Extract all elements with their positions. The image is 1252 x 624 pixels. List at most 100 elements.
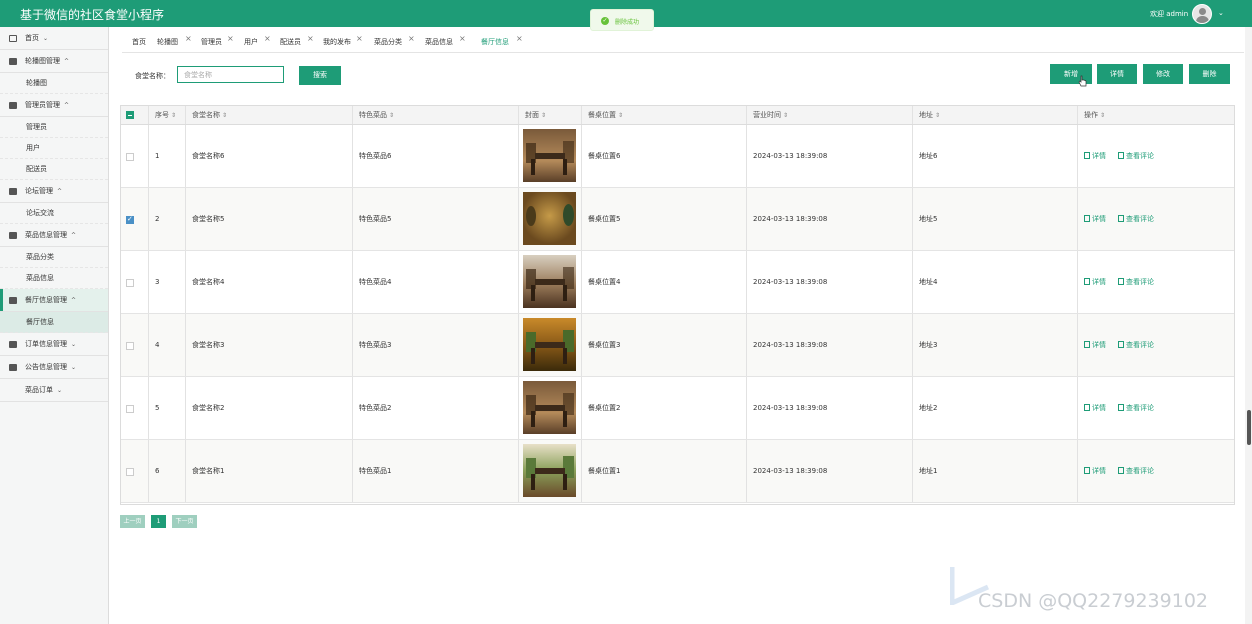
row-checkbox[interactable] [126, 342, 134, 350]
column-header[interactable]: 封面 ⇕ [519, 106, 582, 124]
tab-carousel[interactable]: 轮播图 × [157, 34, 192, 47]
cell-time: 2024-03-13 18:39:08 [747, 125, 913, 187]
row-checkbox[interactable] [126, 153, 134, 161]
cell-seat: 餐桌位置2 [582, 377, 747, 439]
close-icon[interactable]: × [516, 34, 523, 43]
cell-no: 6 [149, 440, 186, 502]
row-comments-link[interactable]: 查看评论 [1118, 377, 1154, 440]
row-checkbox[interactable] [126, 405, 134, 413]
detail-button[interactable]: 详情 [1097, 64, 1137, 84]
row-detail-link[interactable]: 详情 [1084, 314, 1106, 377]
tab-my-posts[interactable]: 我的发布 × [323, 34, 363, 47]
sidebar-item-notice-mgmt[interactable]: 公告信息管理 ⌄ [0, 356, 108, 379]
cell-seat: 餐桌位置3 [582, 314, 747, 376]
close-icon[interactable]: × [356, 34, 363, 43]
cell-no: 2 [149, 188, 186, 250]
sidebar-item-forum[interactable]: 论坛交流 [0, 203, 108, 224]
row-comments-link[interactable]: 查看评论 [1118, 188, 1154, 251]
prev-page-button[interactable]: 上一页 [120, 515, 145, 528]
cell-dish: 特色菜品2 [353, 377, 519, 439]
sidebar-item-dish-orders[interactable]: 菜品订单 ⌄ [0, 379, 108, 402]
table-row[interactable]: 5 食堂名称2 特色菜品2 餐桌位置2 2024-03-13 18:39:08 … [121, 377, 1234, 440]
row-comments-link[interactable]: 查看评论 [1118, 125, 1154, 188]
table-row[interactable]: 4 食堂名称3 特色菜品3 餐桌位置3 2024-03-13 18:39:08 … [121, 314, 1234, 377]
sidebar-item-forum-mgmt[interactable]: 论坛管理 ^ [0, 180, 108, 203]
column-header[interactable]: 特色菜品 ⇕ [353, 106, 519, 124]
sidebar: 首页 ⌄ 轮播图管理 ^ 轮播图 管理员管理 ^ 管理员 用户 配送员 论坛管理 ^ 论… [0, 27, 109, 624]
tab-restaurant-info[interactable]: 餐厅信息 × [481, 34, 523, 47]
sidebar-item-dish-info[interactable]: 菜品信息 [0, 268, 108, 289]
cover-image[interactable] [523, 381, 576, 434]
table-row[interactable]: 3 食堂名称4 特色菜品4 餐桌位置4 2024-03-13 18:39:08 … [121, 251, 1234, 314]
sidebar-item-home[interactable]: 首页 ⌄ [0, 27, 108, 50]
sidebar-item-users[interactable]: 用户 [0, 138, 108, 159]
row-checkbox[interactable] [126, 468, 134, 476]
cell-time: 2024-03-13 18:39:08 [747, 188, 913, 250]
tab-home[interactable]: 首页 [132, 37, 146, 47]
sidebar-item-admin[interactable]: 管理员 [0, 117, 108, 138]
avatar[interactable] [1192, 4, 1212, 24]
search-input[interactable] [177, 66, 284, 83]
cell-dish: 特色菜品5 [353, 188, 519, 250]
delete-button[interactable]: 删除 [1189, 64, 1230, 84]
row-detail-link[interactable]: 详情 [1084, 440, 1106, 503]
tab-admin[interactable]: 管理员 × [201, 34, 234, 47]
cover-image[interactable] [523, 444, 576, 497]
scrollbar-track[interactable] [1245, 27, 1252, 624]
sidebar-item-label: 订单信息管理 [25, 340, 67, 348]
sidebar-item-restaurant-mgmt[interactable]: 餐厅信息管理 ^ [0, 289, 108, 312]
tab-users[interactable]: 用户 × [244, 34, 271, 47]
scrollbar-thumb[interactable] [1247, 410, 1251, 445]
row-checkbox[interactable] [126, 279, 134, 287]
select-all-checkbox[interactable] [126, 111, 134, 119]
row-detail-link[interactable]: 详情 [1084, 251, 1106, 314]
page-number-button[interactable]: 1 [151, 515, 166, 528]
comment-icon [1118, 341, 1124, 348]
sidebar-item-carousel-mgmt[interactable]: 轮播图管理 ^ [0, 50, 108, 73]
check-circle-icon: ✓ [601, 17, 609, 25]
column-header[interactable]: 营业时间 ⇕ [747, 106, 913, 124]
tab-dish-category[interactable]: 菜品分类 × [374, 34, 415, 47]
comment-icon [1118, 467, 1124, 474]
close-icon[interactable]: × [185, 34, 192, 43]
welcome-text: 欢迎 admin [1150, 10, 1189, 18]
sidebar-item-admin-mgmt[interactable]: 管理员管理 ^ [0, 94, 108, 117]
cover-image[interactable] [523, 255, 576, 308]
close-icon[interactable]: × [459, 34, 466, 43]
tab-couriers[interactable]: 配送员 × [280, 34, 314, 47]
sidebar-item-dish-mgmt[interactable]: 菜品信息管理 ^ [0, 224, 108, 247]
column-header[interactable]: 地址 ⇕ [913, 106, 1078, 124]
next-page-button[interactable]: 下一页 [172, 515, 197, 528]
tab-dish-info[interactable]: 菜品信息 × [425, 34, 466, 47]
column-header[interactable]: 序号 ⇕ [149, 106, 186, 124]
edit-button[interactable]: 修改 [1143, 64, 1183, 84]
chevron-down-icon[interactable]: ⌄ [1218, 9, 1224, 17]
table-row[interactable]: 1 食堂名称6 特色菜品6 餐桌位置6 2024-03-13 18:39:08 … [121, 125, 1234, 188]
cell-name: 食堂名称5 [186, 188, 353, 250]
sidebar-item-restaurant-info[interactable]: 餐厅信息 [0, 312, 108, 333]
close-icon[interactable]: × [264, 34, 271, 43]
table-row[interactable]: 2 食堂名称5 特色菜品5 餐桌位置5 2024-03-13 18:39:08 … [121, 188, 1234, 251]
cover-image[interactable] [523, 318, 576, 371]
column-header[interactable]: 餐桌位置 ⇕ [582, 106, 747, 124]
cover-image[interactable] [523, 129, 576, 182]
row-comments-link[interactable]: 查看评论 [1118, 314, 1154, 377]
row-detail-link[interactable]: 详情 [1084, 125, 1106, 188]
row-detail-link[interactable]: 详情 [1084, 188, 1106, 251]
sidebar-item-order-mgmt[interactable]: 订单信息管理 ⌄ [0, 333, 108, 356]
row-checkbox[interactable] [126, 215, 134, 224]
search-button[interactable]: 搜索 [299, 66, 341, 85]
sidebar-item-dish-category[interactable]: 菜品分类 [0, 247, 108, 268]
row-comments-link[interactable]: 查看评论 [1118, 440, 1154, 503]
column-header[interactable]: 食堂名称 ⇕ [186, 106, 353, 124]
document-icon [1084, 152, 1090, 159]
sidebar-item-couriers[interactable]: 配送员 [0, 159, 108, 180]
row-comments-link[interactable]: 查看评论 [1118, 251, 1154, 314]
close-icon[interactable]: × [227, 34, 234, 43]
row-detail-link[interactable]: 详情 [1084, 377, 1106, 440]
sidebar-item-carousel[interactable]: 轮播图 [0, 73, 108, 94]
cover-image[interactable] [523, 192, 576, 245]
close-icon[interactable]: × [408, 34, 415, 43]
close-icon[interactable]: × [307, 34, 314, 43]
table-row[interactable]: 6 食堂名称1 特色菜品1 餐桌位置1 2024-03-13 18:39:08 … [121, 440, 1234, 503]
